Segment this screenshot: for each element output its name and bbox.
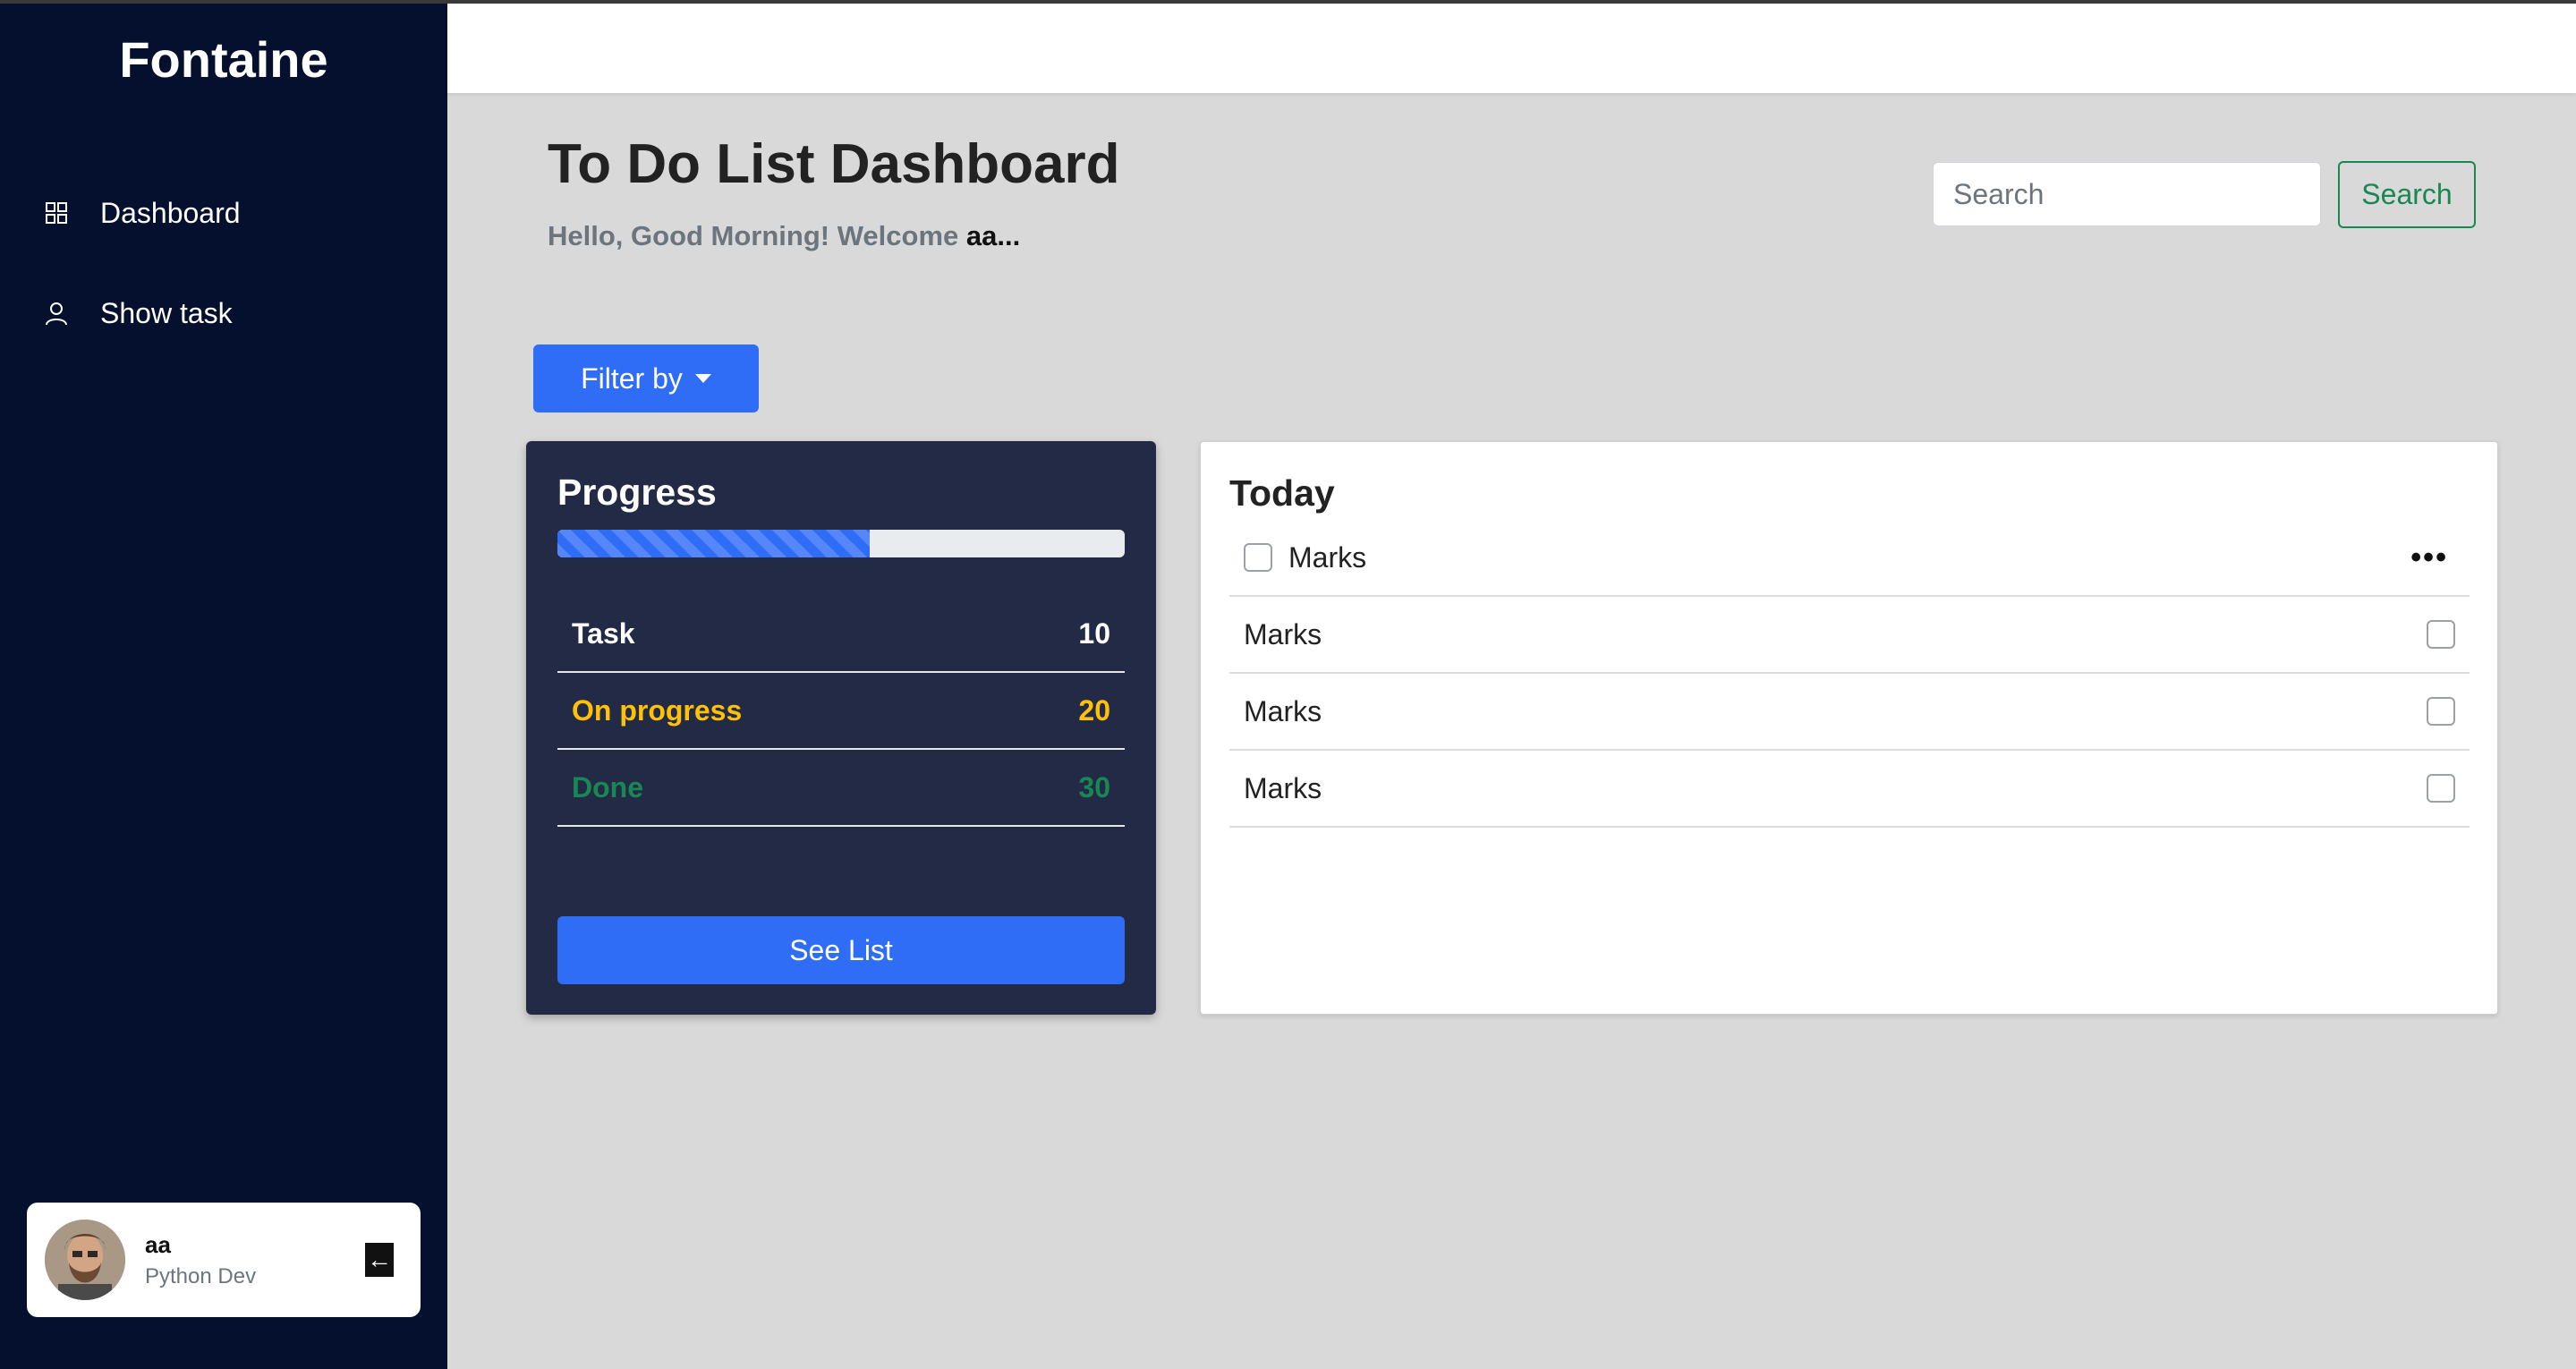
avatar xyxy=(45,1220,125,1300)
brand-title: Fontaine xyxy=(119,31,328,88)
stat-row-on-progress: On progress 20 xyxy=(557,673,1125,750)
sidebar-item-dashboard[interactable]: Dashboard xyxy=(43,186,241,240)
page-title: To Do List Dashboard xyxy=(548,133,1120,195)
search-input[interactable] xyxy=(1933,162,2321,226)
see-list-button[interactable]: See List xyxy=(557,916,1125,984)
stat-label: Done xyxy=(572,770,643,804)
progress-title: Progress xyxy=(557,472,717,513)
sidebar-item-label: Dashboard xyxy=(100,196,241,229)
more-options-icon[interactable]: ••• xyxy=(2410,542,2448,573)
greeting: Hello, Good Morning! Welcome aa... xyxy=(548,220,1020,252)
stat-value: 10 xyxy=(1078,616,1110,650)
sidebar-item-label: Show task xyxy=(100,296,233,329)
filter-label: Filter by xyxy=(581,361,683,395)
logout-arrow-icon: ← xyxy=(367,1246,392,1273)
task-checkbox[interactable] xyxy=(2427,774,2455,803)
task-row[interactable]: Marks xyxy=(1229,751,2470,828)
stat-label: On progress xyxy=(572,693,743,727)
grid-icon xyxy=(43,200,70,226)
sidebar: Fontaine Dashboard Show task aa Python D… xyxy=(0,0,447,1369)
stat-label: Task xyxy=(572,616,635,650)
progress-bar xyxy=(557,530,1125,557)
greeting-text: Hello, Good Morning! Welcome xyxy=(548,220,966,251)
progress-bar-fill xyxy=(557,530,870,557)
caret-down-icon xyxy=(694,374,711,383)
task-row[interactable]: Marks xyxy=(1229,674,2470,751)
filter-dropdown-button[interactable]: Filter by xyxy=(533,344,759,412)
task-row[interactable]: Marks ••• xyxy=(1229,520,2470,597)
task-row[interactable]: Marks xyxy=(1229,597,2470,674)
sidebar-item-show-task[interactable]: Show task xyxy=(43,286,233,340)
person-icon xyxy=(43,300,70,327)
task-label: Marks xyxy=(1244,617,1322,650)
greeting-user: aa... xyxy=(965,220,1021,251)
task-label: Marks xyxy=(1244,771,1322,804)
task-label: Marks xyxy=(1288,540,1367,574)
today-card: Today Marks ••• Marks Marks Marks xyxy=(1200,441,2498,1015)
logout-button[interactable]: ← xyxy=(365,1243,394,1277)
stat-value: 30 xyxy=(1078,770,1110,804)
search-button[interactable]: Search xyxy=(2338,161,2476,228)
stat-value: 20 xyxy=(1078,693,1110,727)
user-role: Python Dev xyxy=(145,1263,257,1288)
window-top-border xyxy=(0,0,2576,4)
task-checkbox[interactable] xyxy=(2427,697,2455,726)
top-bar xyxy=(447,4,2576,93)
task-label: Marks xyxy=(1244,694,1322,727)
user-name: aa xyxy=(145,1230,171,1258)
today-title: Today xyxy=(1229,472,1335,514)
task-checkbox[interactable] xyxy=(2427,620,2455,649)
user-card: aa Python Dev ← xyxy=(27,1203,421,1317)
stat-row-task: Task 10 xyxy=(557,596,1125,673)
task-checkbox[interactable] xyxy=(1244,543,1272,572)
stat-row-done: Done 30 xyxy=(557,750,1125,827)
